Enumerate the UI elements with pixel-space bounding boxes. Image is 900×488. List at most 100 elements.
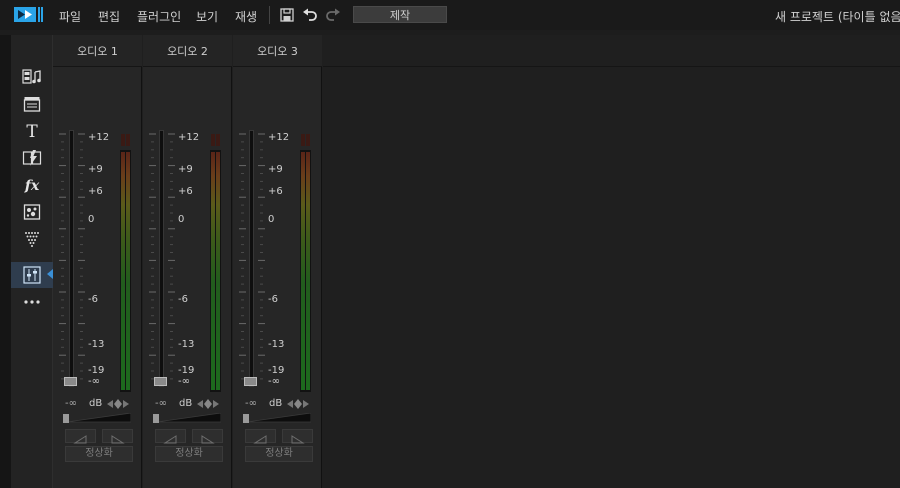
scale-label: +9 bbox=[268, 164, 283, 175]
save-icon[interactable] bbox=[279, 7, 295, 23]
scale-label: -19 bbox=[178, 365, 195, 376]
fade-out-icon bbox=[291, 435, 305, 444]
audio-mixer-icon bbox=[23, 266, 41, 284]
fade-in-icon bbox=[73, 435, 87, 444]
fade-out-icon bbox=[201, 435, 215, 444]
meter-peak-left bbox=[301, 134, 305, 146]
media-room-icon bbox=[22, 69, 41, 84]
meter-peak-left bbox=[121, 134, 125, 146]
meter-peak-left bbox=[211, 134, 215, 146]
normalize-button[interactable]: 정상화 bbox=[155, 446, 223, 462]
meter-bar-right bbox=[216, 152, 220, 390]
sidebar-transition-room[interactable] bbox=[11, 145, 53, 171]
scale-label: +12 bbox=[178, 132, 200, 143]
meter-bar-right bbox=[306, 152, 310, 390]
diamond-icon[interactable] bbox=[204, 399, 212, 409]
sidebar-pip-room[interactable] bbox=[11, 199, 53, 225]
volume-fader-track[interactable] bbox=[69, 130, 74, 387]
scale-label: -6 bbox=[268, 294, 278, 305]
scale-label: -19 bbox=[88, 365, 105, 376]
scale-label: -13 bbox=[268, 339, 285, 350]
sidebar-more-rooms[interactable] bbox=[11, 289, 53, 315]
fade-in-button[interactable] bbox=[155, 429, 186, 444]
mixer-channel: 오디오 2 +12 +9 +6 0 -6 -13 -19 -∞ -∞ dB 정상… bbox=[143, 35, 232, 488]
meter-bar-right bbox=[126, 152, 130, 390]
fade-out-button[interactable] bbox=[282, 429, 313, 444]
scale-label: -6 bbox=[88, 294, 98, 305]
volume-fader-knob[interactable] bbox=[64, 377, 77, 386]
scale-label: +12 bbox=[268, 132, 290, 143]
project-title: 새 프로젝트 (타이틀 없음) bbox=[775, 10, 900, 24]
audio-slider[interactable] bbox=[63, 413, 131, 425]
scale-label: 0 bbox=[88, 214, 95, 225]
channel-name: 오디오 1 bbox=[53, 35, 142, 67]
title-clapper-icon bbox=[23, 97, 41, 112]
scale-label: -6 bbox=[178, 294, 188, 305]
room-sidebar: T fx bbox=[11, 35, 53, 488]
scale-label: -∞ bbox=[268, 376, 280, 387]
fade-in-button[interactable] bbox=[65, 429, 96, 444]
menu-bar: 파일 편집 플러그인 보기 재생 제작 새 프로젝트 (타이틀 없음) bbox=[0, 0, 900, 30]
level-meter bbox=[210, 134, 221, 392]
scale-label: +6 bbox=[178, 186, 193, 197]
sidebar-fx-room[interactable]: fx bbox=[11, 172, 53, 198]
db-label: dB bbox=[179, 398, 193, 409]
scale-label: -∞ bbox=[178, 376, 190, 387]
mixer-channel: 오디오 1 +12 +9 +6 0 -6 -13 -19 -∞ -∞ dB 정상… bbox=[53, 35, 142, 488]
fade-in-button[interactable] bbox=[245, 429, 276, 444]
mixer-channel: 오디오 3 +12 +9 +6 0 -6 -13 -19 -∞ -∞ dB 정상… bbox=[233, 35, 322, 488]
normalize-button[interactable]: 정상화 bbox=[245, 446, 313, 462]
scale-label: -19 bbox=[268, 365, 285, 376]
fade-out-button[interactable] bbox=[102, 429, 133, 444]
menu-play[interactable]: 재생 bbox=[235, 8, 257, 25]
volume-fader-track[interactable] bbox=[249, 130, 254, 387]
sidebar-media-room[interactable] bbox=[11, 64, 53, 90]
audio-slider[interactable] bbox=[153, 413, 221, 425]
undo-icon[interactable] bbox=[302, 7, 318, 23]
level-meter bbox=[300, 134, 311, 392]
menu-view[interactable]: 보기 bbox=[196, 8, 218, 25]
volume-fader-knob[interactable] bbox=[244, 377, 257, 386]
scale-label: -13 bbox=[178, 339, 195, 350]
app-logo-icon bbox=[14, 7, 43, 22]
svg-text:fx: fx bbox=[24, 178, 40, 194]
arrow-right-icon[interactable] bbox=[302, 399, 310, 409]
channel-name: 오디오 3 bbox=[233, 35, 322, 67]
menu-edit[interactable]: 편집 bbox=[98, 8, 120, 25]
meter-bar-left bbox=[121, 152, 125, 390]
arrow-right-icon[interactable] bbox=[122, 399, 130, 409]
svg-text:T: T bbox=[26, 122, 38, 140]
normalize-button[interactable]: 정상화 bbox=[65, 446, 133, 462]
volume-fader-knob[interactable] bbox=[154, 377, 167, 386]
scale-label: +9 bbox=[88, 164, 103, 175]
redo-icon[interactable] bbox=[325, 7, 341, 23]
arrow-right-icon[interactable] bbox=[212, 399, 220, 409]
scale-label: +6 bbox=[88, 186, 103, 197]
fade-out-icon bbox=[111, 435, 125, 444]
more-icon bbox=[24, 300, 40, 304]
transition-icon bbox=[22, 150, 42, 166]
sidebar-title-designer[interactable] bbox=[11, 91, 53, 117]
sidebar-particle-room[interactable] bbox=[11, 226, 53, 252]
sidebar-text-room[interactable]: T bbox=[11, 118, 53, 144]
scale-label: +12 bbox=[88, 132, 110, 143]
arrow-left-icon[interactable] bbox=[106, 399, 114, 409]
audio-slider[interactable] bbox=[243, 413, 311, 425]
neg-inf-label: -∞ bbox=[155, 398, 167, 409]
produce-button[interactable]: 제작 bbox=[353, 6, 447, 23]
neg-inf-label: -∞ bbox=[65, 398, 77, 409]
audio-mixing-panel: 오디오 1 +12 +9 +6 0 -6 -13 -19 -∞ -∞ dB 정상… bbox=[53, 35, 900, 488]
menu-plugins[interactable]: 플러그인 bbox=[137, 8, 181, 25]
fx-icon: fx bbox=[24, 178, 40, 194]
volume-fader-track[interactable] bbox=[159, 130, 164, 387]
arrow-left-icon[interactable] bbox=[286, 399, 294, 409]
arrow-left-icon[interactable] bbox=[196, 399, 204, 409]
diamond-icon[interactable] bbox=[114, 399, 122, 409]
diamond-icon[interactable] bbox=[294, 399, 302, 409]
menu-file[interactable]: 파일 bbox=[59, 8, 81, 25]
scale-label: -∞ bbox=[88, 376, 100, 387]
fade-out-button[interactable] bbox=[192, 429, 223, 444]
fade-in-icon bbox=[163, 435, 177, 444]
meter-bar-left bbox=[211, 152, 215, 390]
menu-divider bbox=[269, 6, 270, 24]
